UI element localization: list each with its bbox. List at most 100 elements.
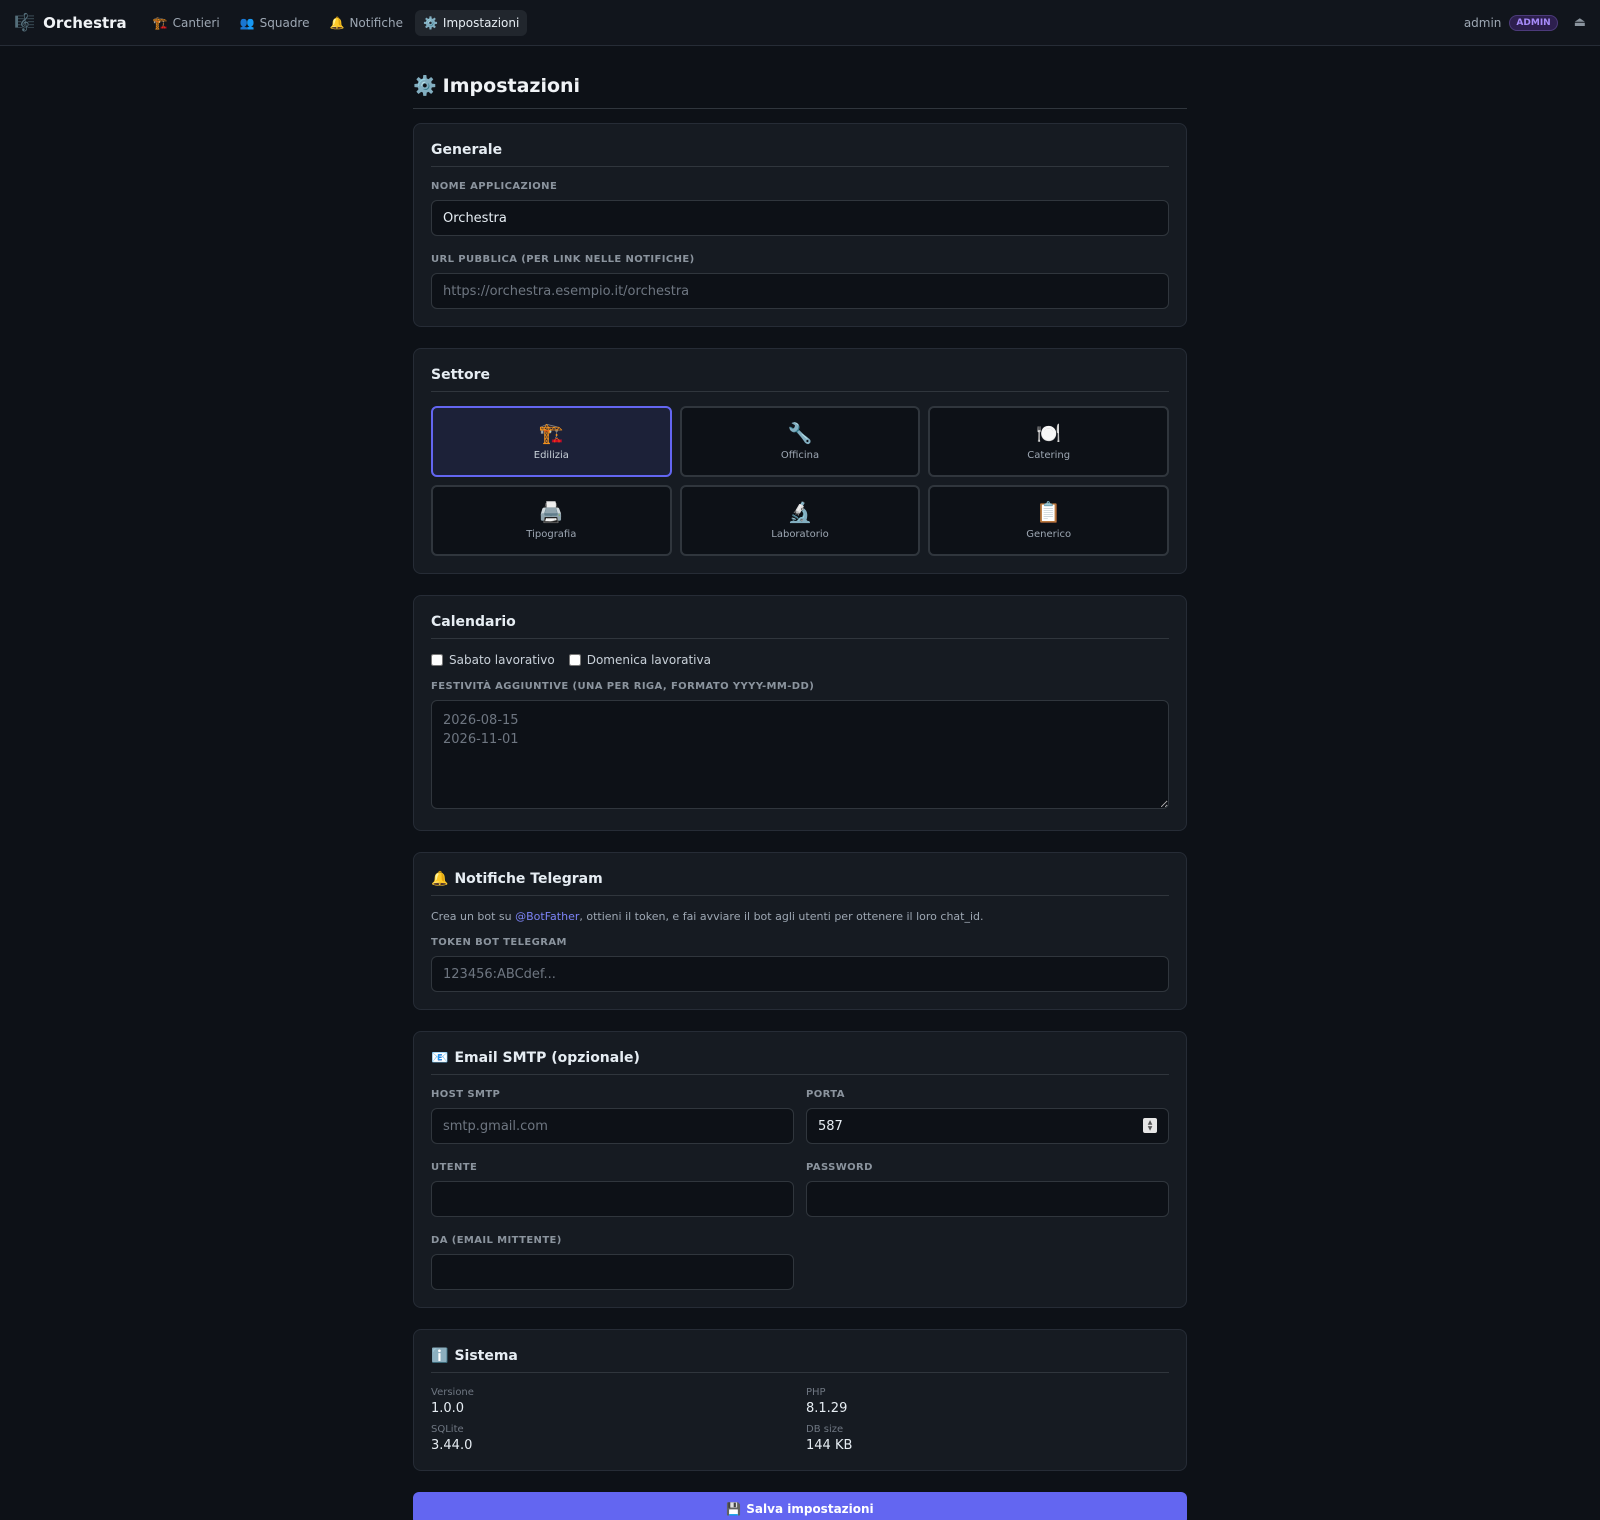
help-suffix: , ottieni il token, e fai avviare il bot… [579, 910, 984, 923]
save-settings-button[interactable]: 💾 Salva impostazioni [413, 1492, 1187, 1520]
festivita-textarea[interactable] [431, 700, 1169, 809]
nav-item-label: Notifiche [349, 15, 403, 30]
chevron-down-icon: ▼ [1147, 1124, 1153, 1132]
field-label: Password [806, 1162, 873, 1173]
sector-option-officina[interactable]: 🔧 Officina [679, 406, 921, 477]
card-smtp: 📧 Email SMTP (opzionale) Host SMTP Porta… [413, 1031, 1187, 1308]
telegram-token-input[interactable] [431, 956, 1169, 992]
nav-item-squadre[interactable]: 👥 Squadre [232, 10, 318, 36]
bell-icon: 🔔 [329, 15, 345, 30]
page-title-text: Impostazioni [442, 74, 581, 97]
nav-item-label: Impostazioni [442, 15, 520, 30]
card-generale: Generale Nome applicazione URL pubblica … [413, 123, 1187, 327]
smtp-host-input[interactable] [431, 1108, 794, 1144]
microscope-icon: 🔬 [787, 500, 813, 524]
smtp-port-input[interactable] [806, 1108, 1169, 1144]
save-button-label: Salva impostazioni [746, 1501, 874, 1516]
system-info-label: Versione [431, 1387, 474, 1398]
port-field: ▲ ▼ [806, 1108, 1169, 1144]
email-icon: 📧 [431, 1050, 449, 1066]
field-label: Utente [431, 1162, 478, 1173]
info-icon: ℹ️ [431, 1348, 449, 1364]
domenica-checkbox-label[interactable]: Domenica lavorativa [568, 653, 711, 667]
field-label: Nome applicazione [431, 181, 558, 192]
system-info-grid: Versione 1.0.0 PHP 8.1.29 SQLite 3.44.0 … [431, 1387, 1169, 1461]
app-name-input[interactable] [431, 200, 1169, 236]
card-title-text: Notifiche Telegram [454, 871, 603, 887]
clipboard-icon: 📋 [1036, 500, 1062, 524]
system-info-item: Versione 1.0.0 [431, 1387, 794, 1424]
sabato-checkbox-label[interactable]: Sabato lavorativo [431, 653, 555, 667]
app-name: Orchestra [43, 13, 127, 32]
domenica-checkbox[interactable] [568, 654, 581, 666]
help-prefix: Crea un bot su [431, 910, 516, 923]
settings-page: ⚙️ Impostazioni Generale Nome applicazio… [413, 46, 1187, 1520]
construction-icon: 🏗️ [152, 15, 168, 30]
sector-option-tipografia[interactable]: 🖨️ Tipografia [431, 485, 672, 556]
card-title-text: Email SMTP (opzionale) [454, 1050, 640, 1066]
bell-icon: 🔔 [431, 871, 449, 887]
system-info-item: DB size 144 KB [806, 1424, 1169, 1461]
sector-label: Tipografia [526, 529, 577, 540]
logout-icon[interactable]: ⏏ [1574, 15, 1586, 30]
field-label: Da (email mittente) [431, 1235, 562, 1246]
sabato-checkbox[interactable] [431, 654, 443, 666]
wrench-icon: 🔧 [787, 421, 813, 445]
nav-item-label: Squadre [259, 15, 310, 30]
nav-item-impostazioni[interactable]: ⚙️ Impostazioni [414, 9, 528, 36]
smtp-password-input[interactable] [806, 1181, 1169, 1217]
sector-option-generico[interactable]: 📋 Generico [928, 485, 1169, 556]
plate-cutlery-icon: 🍽️ [1036, 421, 1062, 445]
field-label: Token Bot Telegram [431, 937, 567, 948]
sector-label: Officina [780, 450, 820, 461]
field-label: Host SMTP [431, 1089, 501, 1100]
system-info-value: 8.1.29 [806, 1401, 848, 1416]
gear-icon: ⚙️ [413, 75, 437, 97]
sector-label: Laboratorio [771, 529, 829, 540]
card-title: Settore [431, 367, 1169, 392]
checkbox-label: Sabato lavorativo [449, 653, 555, 667]
smtp-user-input[interactable] [431, 1181, 794, 1217]
card-calendario: Calendario Sabato lavorativo Domenica la… [413, 595, 1187, 831]
sector-label: Edilizia [533, 450, 569, 461]
printer-icon: 🖨️ [538, 500, 564, 524]
nav-item-notifiche[interactable]: 🔔 Notifiche [322, 10, 411, 36]
smtp-from-input[interactable] [431, 1254, 794, 1290]
role-badge: ADMIN [1509, 14, 1558, 31]
port-stepper[interactable]: ▲ ▼ [1143, 1118, 1157, 1133]
card-title: Generale [431, 142, 1169, 167]
gear-icon: ⚙️ [422, 15, 438, 30]
card-title: 📧 Email SMTP (opzionale) [431, 1050, 1169, 1075]
top-navbar: 🎼 Orchestra 🏗️ Cantieri 👥 Squadre 🔔 Noti… [0, 0, 1600, 46]
field-label: Festività aggiuntive (una per riga, form… [431, 681, 815, 692]
app-brand[interactable]: 🎼 Orchestra [14, 13, 127, 33]
system-info-item: SQLite 3.44.0 [431, 1424, 794, 1461]
system-info-value: 1.0.0 [431, 1401, 465, 1416]
system-info-value: 3.44.0 [431, 1438, 473, 1453]
card-title-text: Sistema [454, 1348, 518, 1364]
field-label: Porta [806, 1089, 845, 1100]
nav-item-label: Cantieri [172, 15, 220, 30]
page-title: ⚙️ Impostazioni [413, 74, 1187, 109]
card-title: Calendario [431, 614, 1169, 639]
sector-option-edilizia[interactable]: 🏗️ Edilizia [431, 406, 672, 477]
username: admin [1463, 15, 1502, 30]
system-info-label: SQLite [431, 1424, 464, 1435]
main-nav: 🏗️ Cantieri 👥 Squadre 🔔 Notifiche ⚙️ Imp… [145, 9, 528, 36]
people-icon: 👥 [239, 15, 255, 30]
botfather-link[interactable]: @BotFather [515, 910, 579, 923]
card-telegram: 🔔 Notifiche Telegram Crea un bot su @Bot… [413, 852, 1187, 1010]
system-info-label: PHP [806, 1387, 826, 1398]
field-label: URL pubblica (per link nelle notifiche) [431, 254, 695, 265]
checkbox-label: Domenica lavorativa [586, 653, 711, 667]
public-url-input[interactable] [431, 273, 1169, 309]
sector-label: Catering [1027, 450, 1071, 461]
card-sistema: ℹ️ Sistema Versione 1.0.0 PHP 8.1.29 SQL… [413, 1329, 1187, 1471]
music-score-icon: 🎼 [14, 12, 36, 33]
nav-item-cantieri[interactable]: 🏗️ Cantieri [145, 10, 228, 36]
smtp-grid: Host SMTP Porta ▲ ▼ Utente Password [431, 1089, 1169, 1290]
weekend-checks: Sabato lavorativo Domenica lavorativa [431, 653, 1169, 667]
sector-option-catering[interactable]: 🍽️ Catering [928, 406, 1169, 477]
sector-option-laboratorio[interactable]: 🔬 Laboratorio [679, 485, 921, 556]
sector-label: Generico [1026, 529, 1072, 540]
